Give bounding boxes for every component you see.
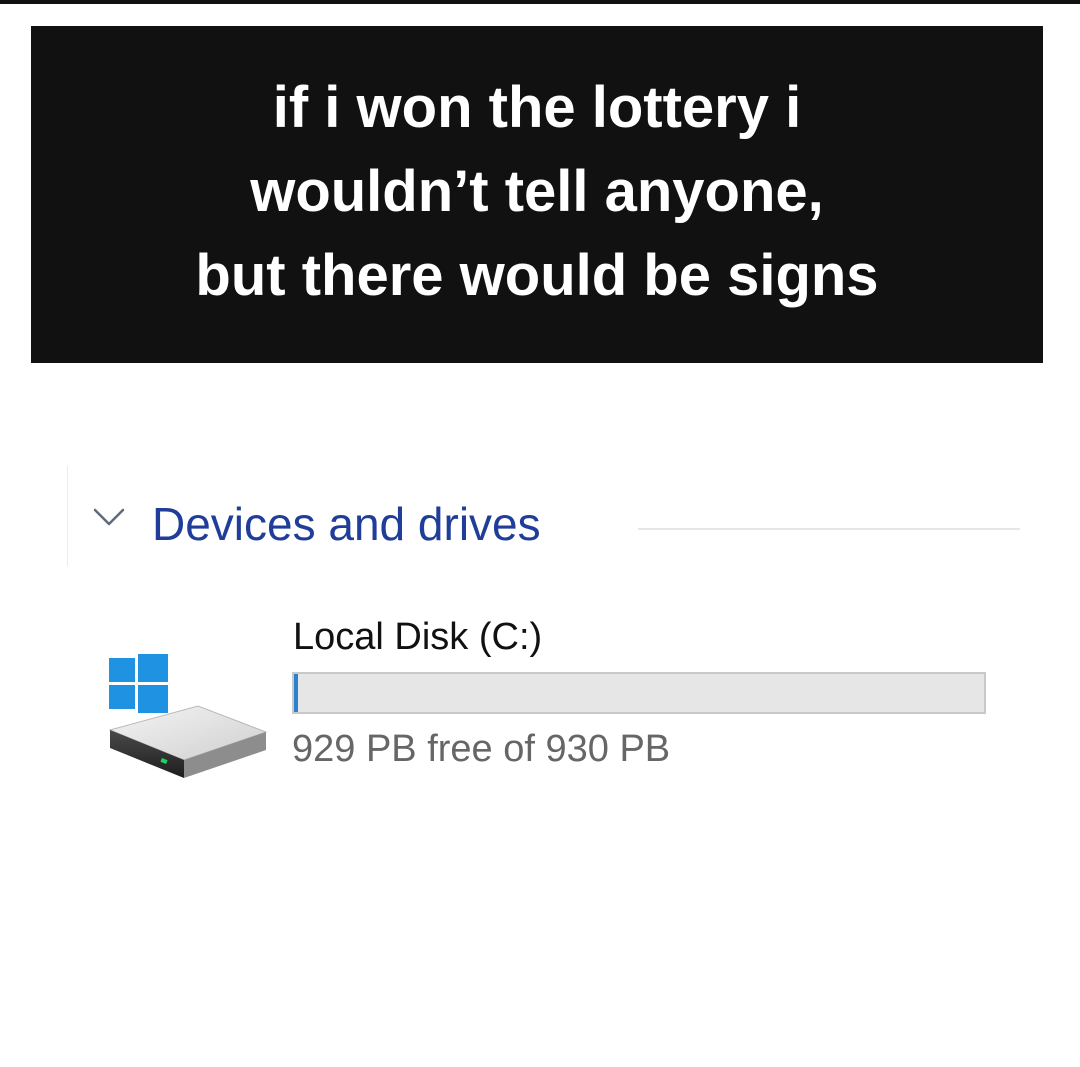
top-divider bbox=[0, 0, 1080, 4]
drive-space-text: 929 PB free of 930 PB bbox=[292, 728, 671, 770]
drive-name: Local Disk (C:) bbox=[293, 616, 543, 658]
meme-caption: if i won the lottery i wouldn’t tell any… bbox=[195, 74, 879, 308]
chevron-down-icon[interactable] bbox=[92, 504, 126, 528]
drive-usage-bar bbox=[292, 672, 986, 714]
devices-and-drives-group-header[interactable]: Devices and drives bbox=[88, 492, 1020, 556]
windows-logo-icon bbox=[109, 654, 168, 713]
drive-usage-fill bbox=[294, 674, 298, 712]
group-divider bbox=[638, 528, 1020, 530]
local-disk-c-item[interactable]: Local Disk (C:) 929 PB free of 930 PB bbox=[100, 610, 1000, 790]
explorer-left-edge bbox=[67, 466, 68, 566]
group-title: Devices and drives bbox=[152, 498, 541, 550]
hard-drive-windows-icon bbox=[108, 654, 268, 778]
meme-caption-panel: if i won the lottery i wouldn’t tell any… bbox=[31, 26, 1043, 363]
